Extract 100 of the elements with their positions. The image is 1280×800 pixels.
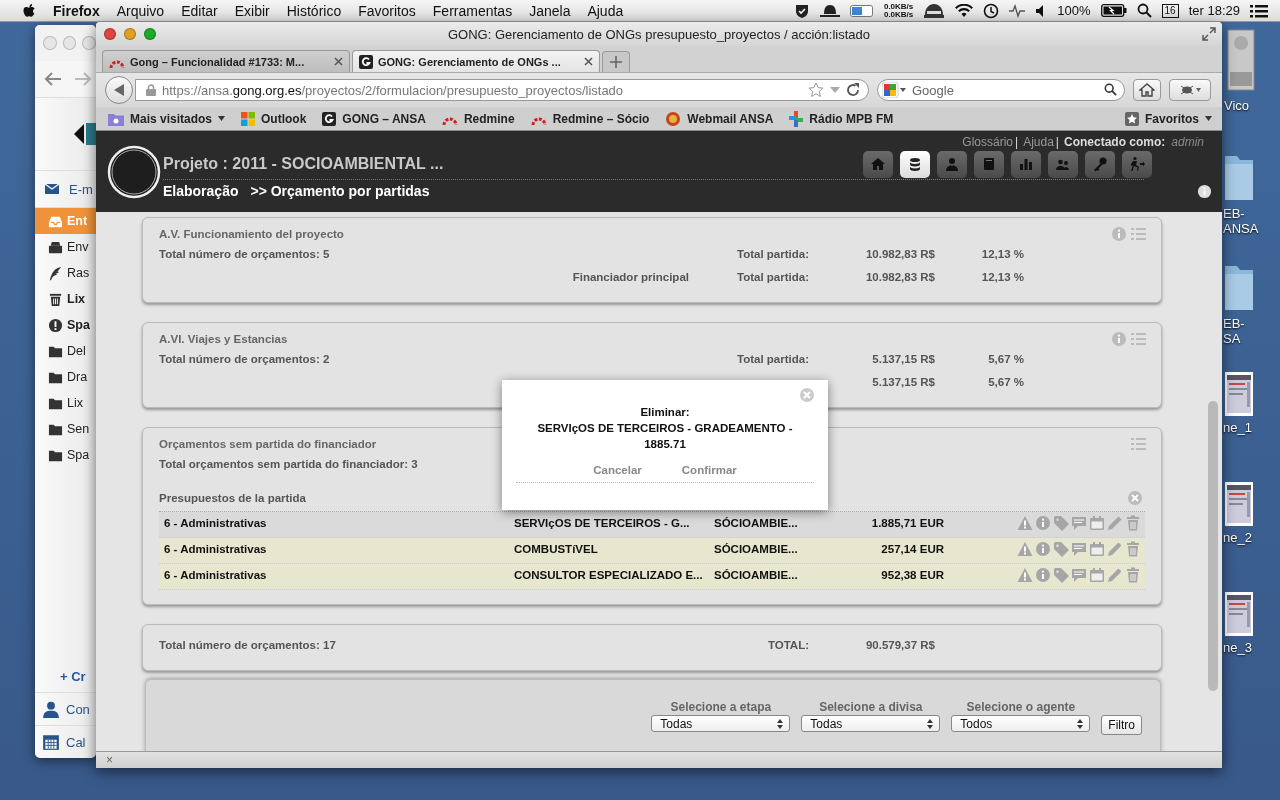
tag-icon[interactable] — [1053, 541, 1069, 557]
warning-icon[interactable] — [1017, 515, 1033, 531]
close-icon[interactable] — [584, 57, 593, 66]
ring-logo-icon[interactable] — [106, 143, 162, 200]
menu-item[interactable]: Arquivo — [116, 2, 165, 19]
close-addon-bar[interactable]: × — [106, 753, 113, 767]
trash-icon[interactable] — [1125, 515, 1141, 531]
bookmark-item[interactable]: Redmine — [441, 111, 515, 126]
dropdown-icon[interactable] — [830, 86, 840, 94]
table-row[interactable]: 6 - Administrativas CONSULTOR ESPECIALIZADO E... SÓCIOAMBIE... 952,38 EUR — [159, 564, 1145, 590]
filter-button[interactable]: Filtro — [1101, 715, 1142, 735]
table-row[interactable]: 6 - Administrativas SERVIçOS DE TERCEIROS - G... SÓCIOAMBIE... 1.885,71 EUR — [159, 512, 1145, 538]
menu-item[interactable]: Editar — [181, 2, 218, 19]
menu-icon[interactable] — [1129, 436, 1147, 452]
wifi-icon[interactable] — [955, 3, 974, 18]
bookmark-item[interactable]: Mais visitados — [108, 111, 226, 126]
menu-item[interactable]: Histórico — [286, 2, 342, 19]
window-control[interactable] — [82, 36, 96, 50]
helmet-icon[interactable] — [923, 2, 946, 19]
comment-icon[interactable] — [1071, 567, 1087, 583]
pencil-icon[interactable] — [1107, 515, 1123, 531]
reload-icon[interactable] — [846, 83, 860, 97]
shield-icon[interactable] — [793, 2, 810, 19]
browser-tab[interactable]: Gong – Funcionalidad #1733: M... — [102, 50, 350, 72]
comment-icon[interactable] — [1071, 541, 1087, 557]
window-control[interactable] — [124, 28, 136, 40]
star-icon[interactable] — [808, 82, 824, 98]
comment-icon[interactable] — [1071, 515, 1087, 531]
info-icon[interactable] — [1197, 183, 1212, 199]
calendar-icon[interactable] — [1089, 541, 1105, 557]
window-control[interactable] — [144, 28, 156, 40]
home-button[interactable] — [1133, 79, 1161, 101]
select-field[interactable]: Todas — [651, 715, 791, 732]
clock[interactable]: ter 18:29 — [1188, 3, 1240, 18]
warning-icon[interactable] — [1017, 567, 1033, 583]
folder-item[interactable]: Sen — [35, 416, 96, 442]
create-link[interactable]: + Cr — [35, 669, 96, 692]
menu-item[interactable]: Exibir — [234, 2, 270, 19]
browser-tab[interactable]: GONG: Gerenciamento de ONGs ... — [352, 50, 600, 72]
header-link[interactable]: Ajuda — [1023, 135, 1054, 149]
bottom-nav-item[interactable]: Cal — [35, 725, 96, 758]
calendar-icon[interactable] — [1089, 515, 1105, 531]
fullscreen-icon[interactable] — [1202, 27, 1216, 41]
folder-item[interactable]: Env — [35, 234, 96, 260]
tag-icon[interactable] — [1053, 567, 1069, 583]
address-field[interactable]: https://ansa.gong.org.es/proyectos/2/formulacion/presupuesto_proyectos/listado — [135, 79, 869, 101]
calendar-icon[interactable] — [1089, 567, 1105, 583]
folder-item[interactable]: Ras — [35, 260, 96, 286]
bookmark-item[interactable]: GONG – ANSA — [322, 111, 426, 126]
bookmark-item[interactable]: Rádio MPB FM — [789, 110, 894, 127]
back-arrow-icon[interactable] — [44, 72, 62, 86]
hat-icon[interactable] — [819, 3, 840, 18]
g-logo-icon[interactable] — [882, 82, 906, 98]
dialog-button[interactable]: Confirmar — [681, 464, 737, 476]
warning-icon[interactable] — [1017, 541, 1033, 557]
new-tab-button[interactable] — [602, 51, 630, 72]
menu-icon[interactable] — [1129, 331, 1147, 347]
window-control[interactable] — [104, 28, 116, 40]
nav-button[interactable] — [900, 150, 930, 178]
pencil-icon[interactable] — [1107, 567, 1123, 583]
menu-icon[interactable] — [1129, 226, 1147, 242]
menu-item[interactable]: Ajuda — [587, 2, 624, 19]
trash-icon[interactable] — [1125, 567, 1141, 583]
search-icon[interactable] — [1136, 3, 1152, 18]
folder-item[interactable]: Lix — [35, 286, 96, 312]
select-field[interactable]: Todas — [801, 715, 941, 732]
tag-icon[interactable] — [1053, 515, 1069, 531]
apple-logo-icon[interactable] — [22, 2, 36, 19]
back-button[interactable] — [105, 76, 133, 104]
list-icon[interactable] — [1250, 3, 1268, 18]
forward-arrow-icon[interactable] — [74, 72, 92, 86]
close-icon[interactable] — [334, 57, 343, 66]
app-menu[interactable]: Firefox — [53, 2, 100, 19]
clock-icon[interactable] — [983, 2, 1000, 19]
pulse-icon[interactable] — [1009, 3, 1026, 18]
bookmark-item[interactable]: Redmine – Sócio — [530, 111, 650, 126]
menu-item[interactable]: Ferramentas — [432, 2, 513, 19]
battery-icon[interactable] — [1100, 4, 1127, 17]
menu-item[interactable]: Favoritos — [358, 2, 416, 19]
dialog-button[interactable]: Cancelar — [593, 464, 642, 476]
folder-item[interactable]: Del — [35, 338, 96, 364]
table-row[interactable]: 6 - Administrativas COMBUSTíVEL SÓCIOAMBIE... 257,14 EUR — [159, 538, 1145, 564]
search-field[interactable]: Google — [877, 79, 1125, 101]
folder-item[interactable]: Spa — [35, 442, 96, 468]
breadcrumb-link[interactable]: Elaboração — [163, 183, 239, 199]
folder-item[interactable]: Lix — [35, 390, 96, 416]
header-link[interactable]: Glossário — [962, 135, 1013, 149]
search-icon[interactable] — [1104, 83, 1117, 96]
select-field[interactable]: Todos — [951, 715, 1091, 732]
scroll-thumb[interactable] — [1208, 401, 1218, 691]
bookmark-item[interactable]: Outlook — [241, 111, 307, 126]
bookmarks-menu[interactable]: Favoritos — [1125, 111, 1212, 126]
pencil-icon[interactable] — [1107, 541, 1123, 557]
calendar-date[interactable]: 16 — [1161, 3, 1179, 18]
folder-item[interactable]: Spa — [35, 312, 96, 338]
folder-item[interactable]: Dra — [35, 364, 96, 390]
addon-button[interactable] — [1169, 79, 1211, 101]
meter-icon[interactable] — [849, 3, 874, 18]
bookmark-item[interactable]: Webmail ANSA — [665, 110, 774, 127]
trash-icon[interactable] — [1125, 541, 1141, 557]
